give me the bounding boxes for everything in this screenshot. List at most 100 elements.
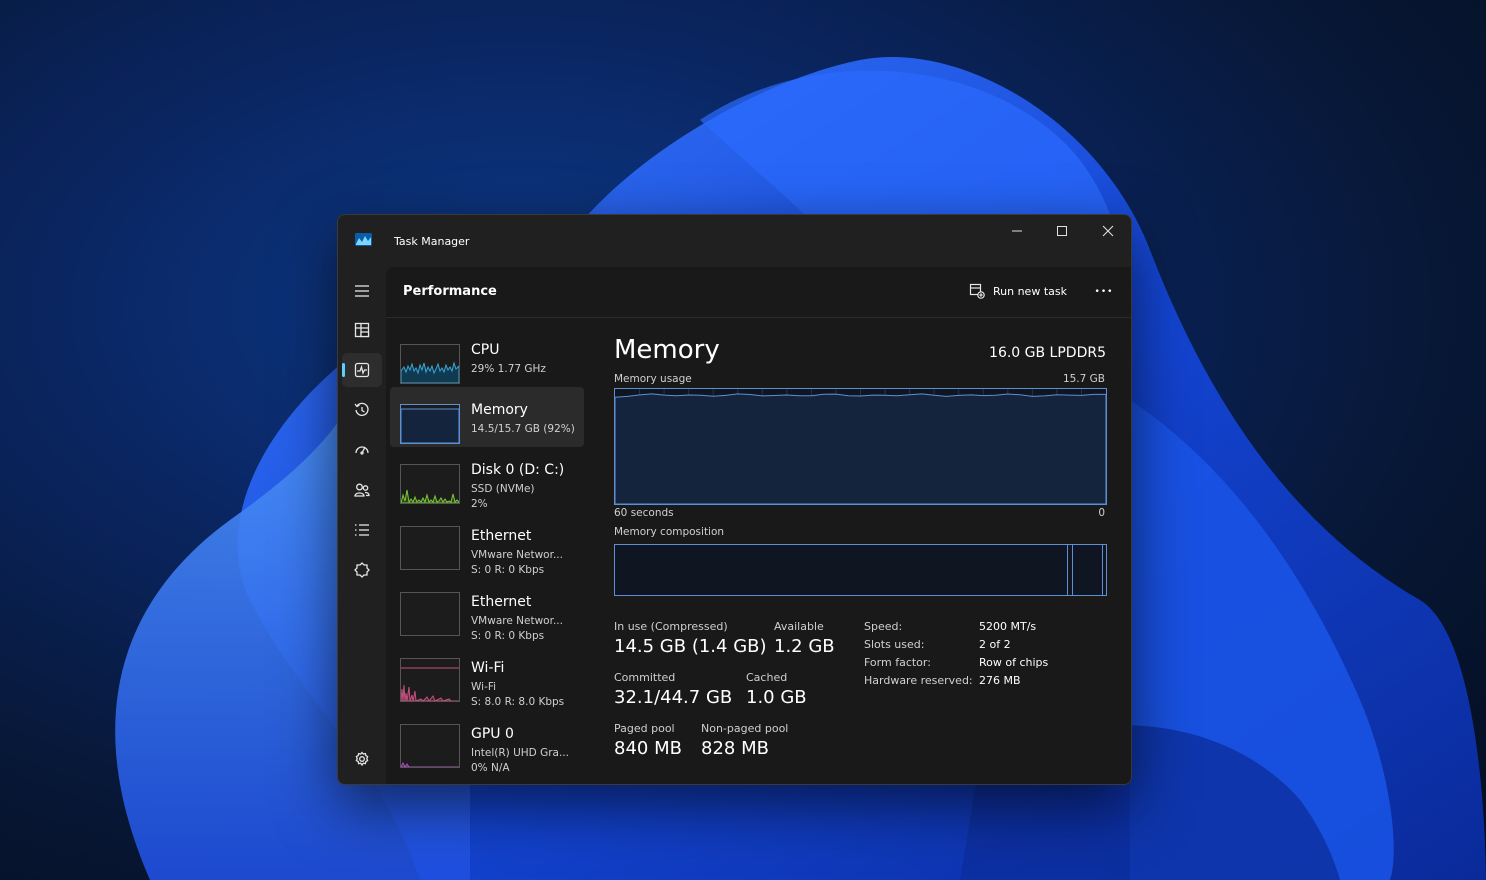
cpu-graph-line [401,361,459,383]
cpu-thumbnail-graph [400,344,460,384]
perf-item-detail: Wi-Fi [471,681,497,693]
memory-type: 16.0 GB LPDDR5 [989,345,1106,361]
disk-thumbnail-graph [400,464,460,504]
services-icon [354,562,370,578]
memory-thumbnail-graph [400,404,460,444]
close-button[interactable] [1085,215,1131,247]
startup-icon [355,446,369,455]
settings-icon [355,751,369,767]
spec-speed-key: Speed: [864,620,903,633]
graph-axis-right: 0 [1098,507,1105,519]
perf-item-detail-2: 0% N/A [471,762,510,774]
perf-item-name: Disk 0 (D: C:) [471,462,565,478]
detail-title: Memory [614,335,720,365]
stat-nonpaged-pool-label: Non-paged pool [701,722,789,735]
perf-item-name: Ethernet [471,528,532,544]
stat-available-value: 1.2 GB [774,636,835,657]
disk-graph-line [401,489,459,503]
memory-composition-bar [614,544,1107,596]
task-manager-icon [355,233,372,246]
spec-form-factor-value: Row of chips [979,656,1049,669]
stat-available-label: Available [774,620,824,633]
stat-nonpaged-pool-value: 828 MB [701,738,769,759]
perf-item-detail: 29% 1.77 GHz [471,363,546,375]
perf-item-disk[interactable]: Disk 0 (D: C:) SSD (NVMe) 2% [390,447,584,511]
perf-item-cpu[interactable]: CPU 29% 1.77 GHz [390,327,584,387]
perf-item-name: Ethernet [471,594,532,610]
nav-services[interactable] [342,553,382,587]
perf-item-gpu[interactable]: GPU 0 Intel(R) UHD Gra... 0% N/A [390,711,584,775]
graph-axis-left: 60 seconds [614,507,674,519]
close-icon [1102,225,1114,237]
gpu-thumbnail-graph [400,724,460,768]
perf-item-detail-2: 2% [471,498,488,510]
perf-item-name: GPU 0 [471,726,514,742]
composition-standby-segment [1073,545,1103,595]
maximize-icon [1057,226,1067,236]
perf-item-detail: SSD (NVMe) [471,483,535,495]
perf-item-ethernet-2[interactable]: Ethernet VMware Networ... S: 0 R: 0 Kbps [390,579,584,643]
users-icon [354,483,370,497]
nav-app-history[interactable] [342,393,382,427]
performance-icon [354,362,370,378]
stat-committed-label: Committed [614,671,676,684]
hamburger-menu-button[interactable] [342,274,382,308]
perf-item-detail-2: S: 8.0 R: 8.0 Kbps [471,696,565,708]
perf-item-ethernet-1[interactable]: Ethernet VMware Networ... S: 0 R: 0 Kbps [390,513,584,577]
stat-paged-pool-label: Paged pool [614,722,675,735]
perf-item-memory[interactable]: Memory 14.5/15.7 GB (92%) [390,387,584,447]
ethernet-thumbnail-graph [400,592,460,636]
memory-thumb-area [401,408,459,443]
run-new-task-button[interactable]: Run new task [969,283,1067,299]
processes-icon [354,322,370,338]
stat-paged-pool-value: 840 MB [614,738,682,759]
spec-slots-value: 2 of 2 [979,638,1011,651]
perf-item-detail-2: S: 0 R: 0 Kbps [471,630,545,642]
spec-form-factor-key: Form factor: [864,656,931,669]
memory-usage-area [615,393,1106,504]
more-options-button[interactable]: ••• [1089,279,1119,305]
stat-in-use-value: 14.5 GB (1.4 GB) [614,636,767,657]
nav-details[interactable] [342,513,382,547]
maximize-button[interactable] [1039,215,1085,247]
nav-processes[interactable] [342,313,382,347]
performance-page: Performance Run new task ••• CPU 29% 1.7… [386,267,1131,784]
perf-item-detail: 14.5/15.7 GB (92%) [471,423,575,435]
details-icon [355,524,369,536]
task-manager-window: Task Manager Performance Run new task ••… [337,214,1132,785]
perf-item-name: CPU [471,342,500,358]
run-new-task-label: Run new task [993,284,1067,298]
memory-usage-max: 15.7 GB [1062,373,1105,385]
spec-hardware-reserved-key: Hardware reserved: [864,674,973,687]
stat-cached-value: 1.0 GB [746,687,807,708]
perf-item-detail-2: S: 0 R: 0 Kbps [471,564,545,576]
perf-item-wifi[interactable]: Wi-Fi Wi-Fi S: 8.0 R: 8.0 Kbps [390,645,584,709]
stat-cached-label: Cached [746,671,788,684]
navigation-pane [338,267,386,784]
performance-resource-list: CPU 29% 1.77 GHz Memory 14.5/15.7 GB (92… [386,318,591,784]
minimize-button[interactable] [994,215,1040,247]
run-new-task-icon [969,283,985,299]
perf-item-detail: Intel(R) UHD Gra... [471,747,569,759]
gpu-graph-line [401,761,459,767]
nav-startup-apps[interactable] [342,433,382,467]
stat-committed-value: 32.1/44.7 GB [614,687,733,708]
perf-item-name: Memory [471,402,528,418]
page-header: Performance Run new task ••• [386,267,1131,318]
nav-performance[interactable] [342,353,382,387]
page-title: Performance [403,284,497,299]
more-options-icon: ••• [1094,287,1114,297]
title-bar[interactable]: Task Manager [338,215,1131,267]
nav-users[interactable] [342,473,382,507]
memory-usage-graph [614,388,1107,505]
ethernet-thumbnail-graph [400,526,460,570]
stat-in-use-label: In use (Compressed) [614,620,728,633]
memory-composition-label: Memory composition [614,526,725,538]
window-title: Task Manager [394,235,470,248]
perf-item-detail: VMware Networ... [471,549,563,561]
nav-settings[interactable] [342,742,382,776]
memory-detail-pane: Memory 16.0 GB LPDDR5 Memory usage 15.7 … [614,318,1114,784]
memory-usage-label: Memory usage [614,373,692,385]
perf-item-detail: VMware Networ... [471,615,563,627]
spec-speed-value: 5200 MT/s [979,620,1037,633]
